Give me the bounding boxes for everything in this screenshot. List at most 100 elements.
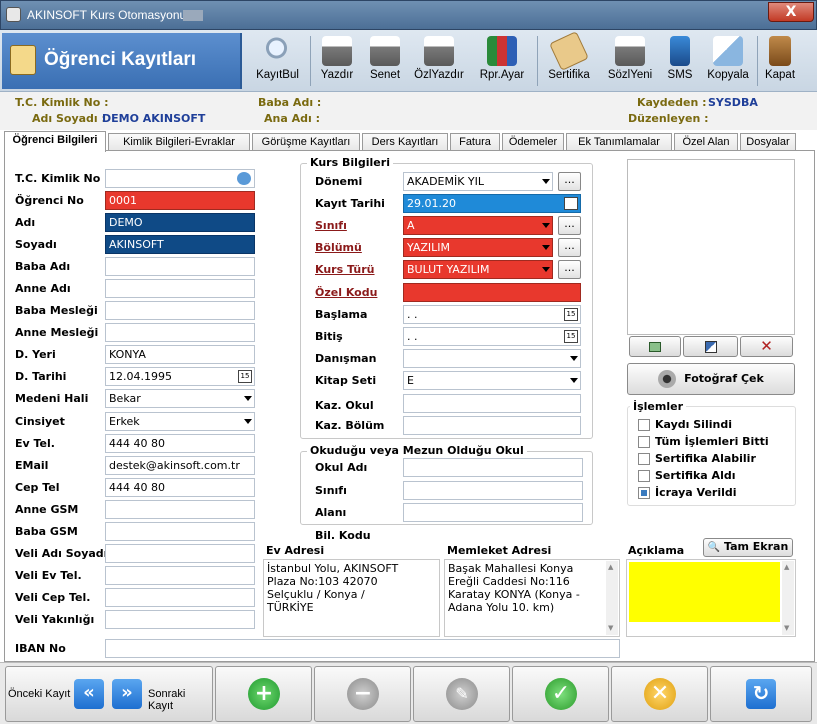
tab-ek-tanimlamalar[interactable]: Ek Tanımlamalar [566,133,672,151]
prev-record-label[interactable]: Önceki Kayıt [8,688,70,700]
birthdate-label: D. Tarihi [15,370,67,383]
email-input[interactable]: destek@akinsoft.com.tr [105,456,255,475]
tc-input[interactable] [105,169,255,188]
calendar-icon[interactable]: 15 [564,308,578,321]
home-tel-input[interactable]: 444 40 80 [105,434,255,453]
school-code-label: Bil. Kodu [315,529,371,542]
next-record-button[interactable]: » [112,679,142,709]
reg-dept-input[interactable] [403,416,581,435]
mobile-input[interactable]: 444 40 80 [105,478,255,497]
term-select[interactable]: AKADEMİK YIL [403,172,553,191]
toolbar-button-sertifika[interactable]: Sertifika [541,31,597,88]
advisor-select[interactable] [403,349,581,368]
add-button[interactable]: + [215,666,312,722]
checkbox-cert-eligible[interactable] [638,453,650,465]
school-name-input[interactable] [403,458,583,477]
photo-load-button[interactable] [683,336,738,357]
toolbar-button-kayitbul[interactable]: KayıtBul [250,34,305,88]
special-code-label[interactable]: Özel Kodu [315,286,377,299]
book-set-select[interactable]: E [403,371,581,390]
scrollbar[interactable] [606,561,618,635]
toolbar-button-ozlyazdir[interactable]: ÖzlYazdır [410,34,468,88]
checkbox-enforcement[interactable] [638,487,650,499]
dept-label[interactable]: Bölümü [315,241,362,254]
tab-gorusme-kayitlari[interactable]: Görüşme Kayıtları [252,133,360,151]
iban-input[interactable] [105,639,620,658]
checkbox-all-done[interactable] [638,436,650,448]
photo-view-button[interactable] [629,336,681,357]
calendar-icon[interactable]: 15 [564,197,578,210]
toolbar-button-kapat[interactable]: Kapat [760,34,800,88]
tab-odemeler[interactable]: Ödemeler [502,133,564,151]
course-type-lookup-button[interactable]: ... [558,260,581,279]
calendar-icon[interactable]: 15 [564,330,578,343]
special-code-input[interactable] [403,283,581,302]
father-job-input[interactable] [105,301,255,320]
end-date-input[interactable]: . . 15 [403,327,581,346]
mother-job-input[interactable] [105,323,255,342]
guardian-home-input[interactable] [105,566,255,585]
tab-ogrenci-bilgileri[interactable]: Öğrenci Bilgileri [4,131,106,152]
birthplace-input[interactable]: KONYA [105,345,255,364]
guardian-relation-input[interactable] [105,610,255,629]
course-type-select[interactable]: BULUT YAZILIM [403,260,553,279]
fullscreen-button[interactable]: 🔍 Tam Ekran [703,538,793,557]
guardian-name-input[interactable] [105,544,255,563]
term-lookup-button[interactable]: ... [558,172,581,191]
toolbar-button-sozlyeni[interactable]: SözlYeni [600,34,660,88]
calendar-icon[interactable]: 15 [238,370,252,383]
mother-name-input[interactable] [105,279,255,298]
photo-delete-button[interactable]: ✕ [740,336,793,357]
tab-kimlik-bilgileri[interactable]: Kimlik Bilgileri-Evraklar [108,133,250,151]
class-label[interactable]: Sınıfı [315,219,347,232]
dept-lookup-button[interactable]: ... [558,238,581,257]
hometown-address-input[interactable]: Başak Mahallesi Konya Ereğli Caddesi No:… [444,559,620,637]
guardian-mobile-input[interactable] [105,588,255,607]
remove-button[interactable]: − [314,666,411,722]
checkmark-icon: ✓ [545,678,577,710]
toolbar-button-sms[interactable]: SMS [662,34,698,88]
gender-select[interactable]: Erkek [105,412,255,431]
note-area[interactable] [629,562,780,622]
save-button[interactable]: ✓ [512,666,609,722]
record-summary: T.C. Kimlik No : Adı Soyadı : DEMO AKINS… [0,92,817,130]
home-address-input[interactable]: İstanbul Yolu, AKINSOFT Plaza No:103 420… [263,559,440,637]
course-type-label[interactable]: Kurs Türü [315,263,375,276]
search-icon[interactable] [237,172,251,185]
scrollbar[interactable] [782,561,794,635]
toolbar-button-senet[interactable]: Senet [363,34,407,88]
tab-ozel-alan[interactable]: Özel Alan [674,133,738,151]
tab-fatura[interactable]: Fatura [450,133,500,151]
toolbar-button-rpr-ayar[interactable]: Rpr.Ayar [472,34,532,88]
prev-record-button[interactable]: « [74,679,104,709]
refresh-button[interactable]: ↻ [710,666,812,722]
reg-school-input[interactable] [403,394,581,413]
school-field-input[interactable] [403,503,583,522]
checkbox-cert-received[interactable] [638,470,650,482]
cancel-button[interactable]: ✕ [611,666,708,722]
class-select[interactable]: A [403,216,553,235]
checkbox-record-deleted[interactable] [638,419,650,431]
next-record-label[interactable]: Sonraki Kayıt [148,688,212,712]
start-date-input[interactable]: . . 15 [403,305,581,324]
dept-select[interactable]: YAZILIM [403,238,553,257]
name-input[interactable]: DEMO [105,213,255,232]
toolbar-button-kopyala[interactable]: Kopyala [702,34,754,88]
tab-ders-kayitlari[interactable]: Ders Kayıtları [362,133,448,151]
surname-input[interactable]: AKINSOFT [105,235,255,254]
note-input[interactable] [626,559,796,637]
marital-select[interactable]: Bekar [105,389,255,408]
mother-gsm-input[interactable] [105,500,255,519]
father-name-input[interactable] [105,257,255,276]
father-gsm-input[interactable] [105,522,255,541]
school-class-input[interactable] [403,481,583,500]
take-photo-button[interactable]: Fotoğraf Çek [627,363,795,395]
class-lookup-button[interactable]: ... [558,216,581,235]
reg-date-input[interactable]: 29.01.20 15 [403,194,581,213]
birthdate-input[interactable]: 12.04.1995 15 [105,367,255,386]
close-window-button[interactable]: X [768,2,814,22]
tab-dosyalar[interactable]: Dosyalar [740,133,796,151]
toolbar-button-yazdir[interactable]: Yazdır [314,34,360,88]
student-no-input[interactable]: 0001 [105,191,255,210]
edit-button[interactable]: ✎ [413,666,510,722]
